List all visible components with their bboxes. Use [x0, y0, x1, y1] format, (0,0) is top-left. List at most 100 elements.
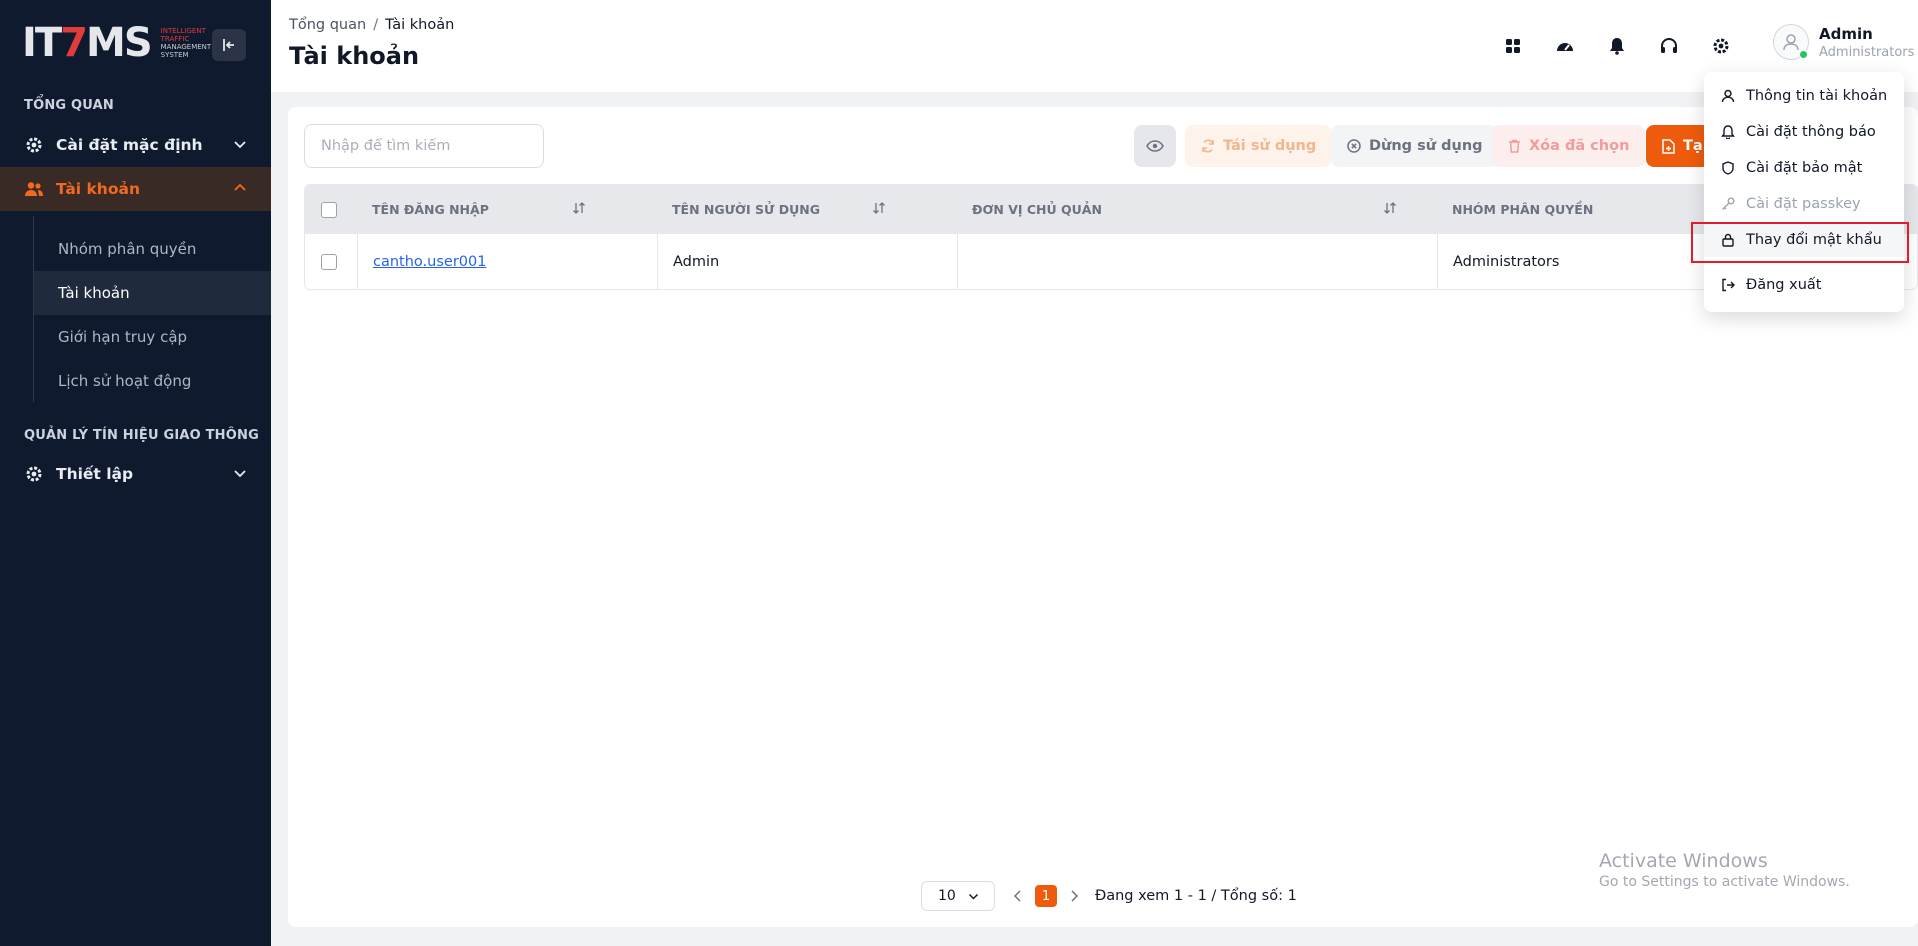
pagination-info: Đang xem 1 - 1 / Tổng số: 1	[1095, 888, 1297, 904]
toggle-columns-button[interactable]	[1134, 125, 1176, 167]
row-checkbox[interactable]	[321, 253, 337, 270]
shield-icon	[1720, 161, 1736, 175]
chevron-down-icon	[234, 470, 246, 478]
sidebar-subitem-accounts[interactable]: Tài khoản	[34, 271, 271, 315]
select-all-checkbox[interactable]	[321, 201, 337, 218]
accounts-table: TÊN ĐĂNG NHẬP TÊN NGƯỜI SỬ DỤNG ĐƠN VỊ C…	[304, 184, 1918, 290]
top-header: Tổng quan / Tài khoản Tài khoản Admin Admi…	[271, 0, 1918, 92]
avatar	[1773, 24, 1809, 60]
user-icon	[1720, 89, 1736, 103]
sidebar-subitem-access-limits[interactable]: Giới hạn truy cập	[34, 315, 271, 359]
sidebar-item-label: Tài khoản	[56, 180, 140, 198]
trash-icon	[1509, 139, 1520, 153]
support-button[interactable]	[1655, 32, 1683, 60]
sort-icon[interactable]	[572, 201, 586, 215]
page-title: Tài khoản	[289, 42, 420, 70]
file-plus-icon	[1662, 138, 1675, 154]
grid-icon	[1506, 39, 1520, 53]
username-link[interactable]: cantho.user001	[373, 254, 486, 270]
sidebar-item-account[interactable]: Tài khoản	[0, 167, 271, 211]
user-role: Administrators	[1819, 44, 1915, 60]
pagination: 10 1 Đang xem 1 - 1 / Tổng số: 1	[921, 881, 1297, 911]
sidebar-item-label: Thiết lập	[56, 465, 134, 483]
page-size-value: 10	[938, 888, 956, 904]
bell-icon	[1610, 38, 1624, 55]
users-icon	[24, 179, 44, 199]
cell-fullname: Admin	[673, 253, 720, 270]
chevron-up-icon	[234, 183, 246, 191]
table-header: TÊN ĐĂNG NHẬP TÊN NGƯỜI SỬ DỤNG ĐƠN VỊ C…	[305, 185, 1917, 234]
cell-group: Administrators	[1453, 253, 1560, 270]
logo-mark: IT7MS	[22, 20, 153, 66]
column-header-username[interactable]: TÊN ĐĂNG NHẬP	[372, 185, 604, 234]
user-menu-trigger[interactable]: Admin Administrators	[1773, 24, 1914, 60]
row-checkbox-cell	[321, 234, 337, 289]
stop-using-button-label: Dừng sử dụng	[1369, 138, 1483, 154]
section-title-traffic-signal: QUẢN LÝ TÍN HIỆU GIAO THÔNG	[24, 428, 259, 443]
eye-icon	[1146, 140, 1164, 152]
delete-selected-button[interactable]: Xóa đã chọn	[1492, 125, 1646, 167]
reuse-button-label: Tái sử dụng	[1223, 138, 1317, 154]
user-dropdown-menu: Thông tin tài khoản Cài đặt thông báo Cà…	[1704, 72, 1904, 312]
collapse-left-icon	[223, 39, 234, 51]
next-page-icon[interactable]	[1069, 890, 1079, 902]
breadcrumb-root-link[interactable]: Tổng quan	[289, 17, 366, 33]
sidebar-item-label: Cài đặt mặc định	[56, 136, 203, 154]
speedometer-icon	[1557, 43, 1573, 51]
cell-username: cantho.user001	[373, 234, 486, 289]
sidebar-subitem-activity-history[interactable]: Lịch sử hoạt động	[34, 359, 271, 403]
menu-item-logout[interactable]: Đăng xuất	[1704, 268, 1904, 302]
gear-icon	[24, 464, 44, 484]
watermark-line-2: Go to Settings to activate Windows.	[1599, 874, 1850, 890]
user-icon	[1783, 34, 1799, 51]
page-number-current[interactable]: 1	[1035, 885, 1057, 907]
key-icon	[1720, 197, 1736, 211]
content-card: Tái sử dụng Dừng sử dụng Xóa đã chọn Tạ …	[288, 107, 1918, 927]
stop-using-button[interactable]: Dừng sử dụng	[1331, 125, 1499, 167]
chevron-down-icon	[234, 141, 246, 149]
page-size-select[interactable]: 10	[921, 881, 995, 911]
create-button-label: Tạ	[1683, 138, 1703, 154]
bell-icon	[1720, 125, 1736, 139]
column-header-fullname[interactable]: TÊN NGƯỜI SỬ DỤNG	[672, 185, 904, 234]
sort-icon[interactable]	[872, 201, 886, 215]
select-all-checkbox-cell	[321, 185, 337, 234]
menu-item-passkey-settings[interactable]: Cài đặt passkey	[1704, 187, 1904, 221]
app-logo: IT7MS INTELLIGENT TRAFFIC MANAGEMENT SYS…	[22, 20, 221, 66]
sidebar-subitem-permission-groups[interactable]: Nhóm phân quyền	[34, 227, 271, 271]
apps-grid-button[interactable]	[1499, 32, 1527, 60]
refresh-icon	[1202, 139, 1214, 153]
prev-page-icon[interactable]	[1013, 890, 1023, 902]
highlight-annotation-box	[1691, 222, 1909, 263]
gear-icon	[24, 135, 44, 155]
user-name: Admin	[1819, 24, 1873, 43]
watermark-line-1: Activate Windows	[1599, 850, 1768, 872]
dashboard-button[interactable]	[1551, 32, 1579, 60]
breadcrumb-current: Tài khoản	[385, 17, 455, 33]
column-header-unit[interactable]: ĐƠN VỊ CHỦ QUẢN	[972, 185, 1415, 234]
sidebar-item-default-settings[interactable]: Cài đặt mặc định	[0, 123, 271, 167]
activation-watermark: Activate Windows Go to Settings to activ…	[1599, 850, 1850, 890]
breadcrumb-separator: /	[373, 17, 379, 33]
column-header-group[interactable]: NHÓM PHÂN QUYỀN	[1452, 185, 1593, 234]
sidebar-item-setup[interactable]: Thiết lập	[0, 452, 271, 496]
notifications-button[interactable]	[1603, 32, 1631, 60]
gear-icon	[1713, 38, 1729, 54]
menu-item-security-settings[interactable]: Cài đặt bảo mật	[1704, 151, 1904, 185]
reuse-button[interactable]: Tái sử dụng	[1185, 125, 1333, 167]
chevron-down-icon	[968, 893, 978, 900]
settings-button[interactable]	[1707, 32, 1735, 60]
menu-item-notification-settings[interactable]: Cài đặt thông báo	[1704, 115, 1904, 149]
collapse-sidebar-button[interactable]	[212, 29, 246, 61]
menu-item-account-info[interactable]: Thông tin tài khoản	[1704, 79, 1904, 113]
table-row: cantho.user001 Admin Administrators	[305, 234, 1917, 289]
headset-icon	[1661, 38, 1677, 53]
x-circle-icon	[1347, 139, 1361, 153]
search-input[interactable]	[304, 124, 544, 168]
sort-icon[interactable]	[1383, 201, 1397, 215]
section-title-overview: TỔNG QUAN	[24, 98, 114, 113]
breadcrumb: Tổng quan / Tài khoản	[289, 17, 454, 33]
online-status-dot	[1799, 50, 1808, 59]
delete-selected-button-label: Xóa đã chọn	[1529, 138, 1630, 154]
sidebar: IT7MS INTELLIGENT TRAFFIC MANAGEMENT SYS…	[0, 0, 271, 946]
